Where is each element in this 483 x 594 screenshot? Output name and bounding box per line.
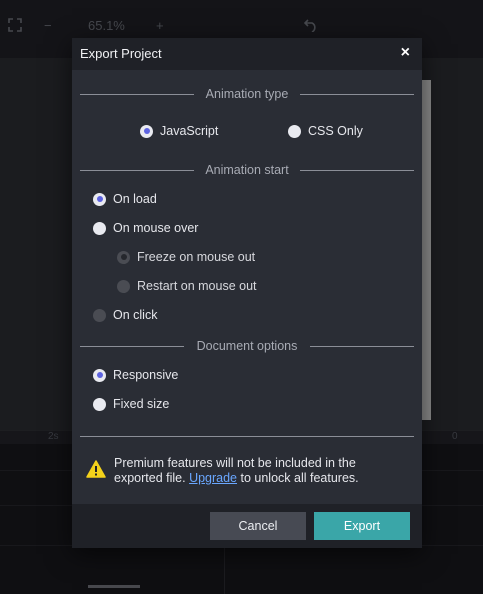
close-icon[interactable]: × — [401, 44, 410, 62]
export-dialog: Export Project × Animation type JavaScri… — [72, 38, 422, 548]
radio-responsive[interactable]: Responsive — [93, 368, 178, 382]
radio-javascript[interactable]: JavaScript — [140, 124, 218, 138]
option-label: Responsive — [113, 368, 179, 382]
section-document-options: Document options — [80, 339, 414, 353]
warning-icon — [86, 460, 106, 478]
dialog-header: Export Project × — [72, 38, 422, 70]
divider — [80, 436, 414, 437]
radio-disabled-checked-icon[interactable] — [117, 250, 130, 264]
radio-checked-icon[interactable] — [93, 368, 106, 382]
radio-fixed-size[interactable]: Fixed size — [93, 397, 169, 411]
option-label: JavaScript — [160, 124, 219, 138]
radio-disabled-icon[interactable] — [93, 308, 106, 322]
premium-notice: Premium features will not be included in… — [86, 456, 406, 486]
upgrade-link[interactable]: Upgrade — [189, 471, 237, 485]
option-label: Freeze on mouse out — [137, 250, 256, 264]
option-label: On mouse over — [113, 221, 199, 235]
radio-unchecked-icon[interactable] — [93, 397, 106, 411]
radio-restart-on-mouse-out[interactable]: Restart on mouse out — [117, 279, 257, 293]
section-animation-start: Animation start — [80, 163, 414, 177]
radio-freeze-on-mouse-out[interactable]: Freeze on mouse out — [117, 250, 255, 264]
dialog-footer: Cancel Export — [72, 504, 422, 548]
section-title: Animation start — [199, 163, 295, 177]
export-button[interactable]: Export — [314, 512, 410, 540]
radio-unchecked-icon[interactable] — [288, 124, 301, 138]
radio-css-only[interactable]: CSS Only — [288, 124, 363, 138]
radio-checked-icon[interactable] — [140, 124, 153, 138]
radio-checked-icon[interactable] — [93, 192, 106, 206]
option-label: On click — [113, 308, 158, 322]
option-label: On load — [113, 192, 157, 206]
radio-unchecked-icon[interactable] — [93, 221, 106, 235]
section-title: Animation type — [199, 87, 295, 101]
cancel-button[interactable]: Cancel — [210, 512, 306, 540]
notice-text: Premium features will not be included in… — [114, 456, 359, 485]
section-animation-type: Animation type — [80, 87, 414, 101]
dialog-title: Export Project — [80, 46, 162, 61]
radio-on-click[interactable]: On click — [93, 308, 157, 322]
option-label: Fixed size — [113, 397, 170, 411]
option-label: Restart on mouse out — [137, 279, 257, 293]
option-label: CSS Only — [308, 124, 363, 138]
radio-on-mouse-over[interactable]: On mouse over — [93, 221, 198, 235]
section-title: Document options — [190, 339, 304, 353]
radio-on-load[interactable]: On load — [93, 192, 157, 206]
radio-disabled-icon[interactable] — [117, 279, 130, 293]
